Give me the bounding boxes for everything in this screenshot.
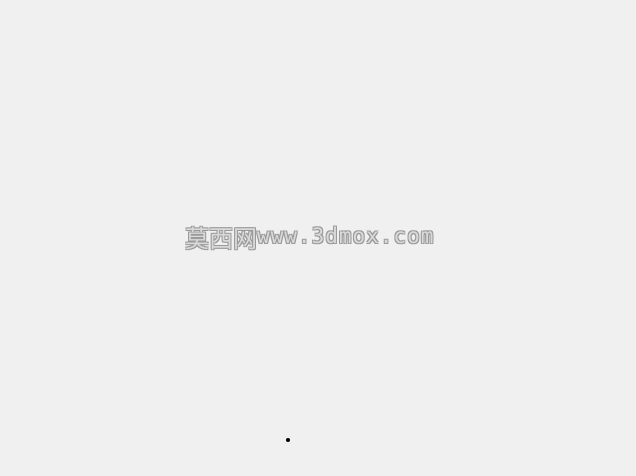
watermark-url: www.3dmox.com	[257, 224, 435, 248]
cursor-dot-icon	[286, 438, 290, 442]
watermark-text: 莫西网 www.3dmox.com	[185, 220, 451, 253]
blank-canvas: 莫西网 www.3dmox.com	[0, 0, 636, 476]
watermark-site-name: 莫西网	[185, 224, 257, 253]
